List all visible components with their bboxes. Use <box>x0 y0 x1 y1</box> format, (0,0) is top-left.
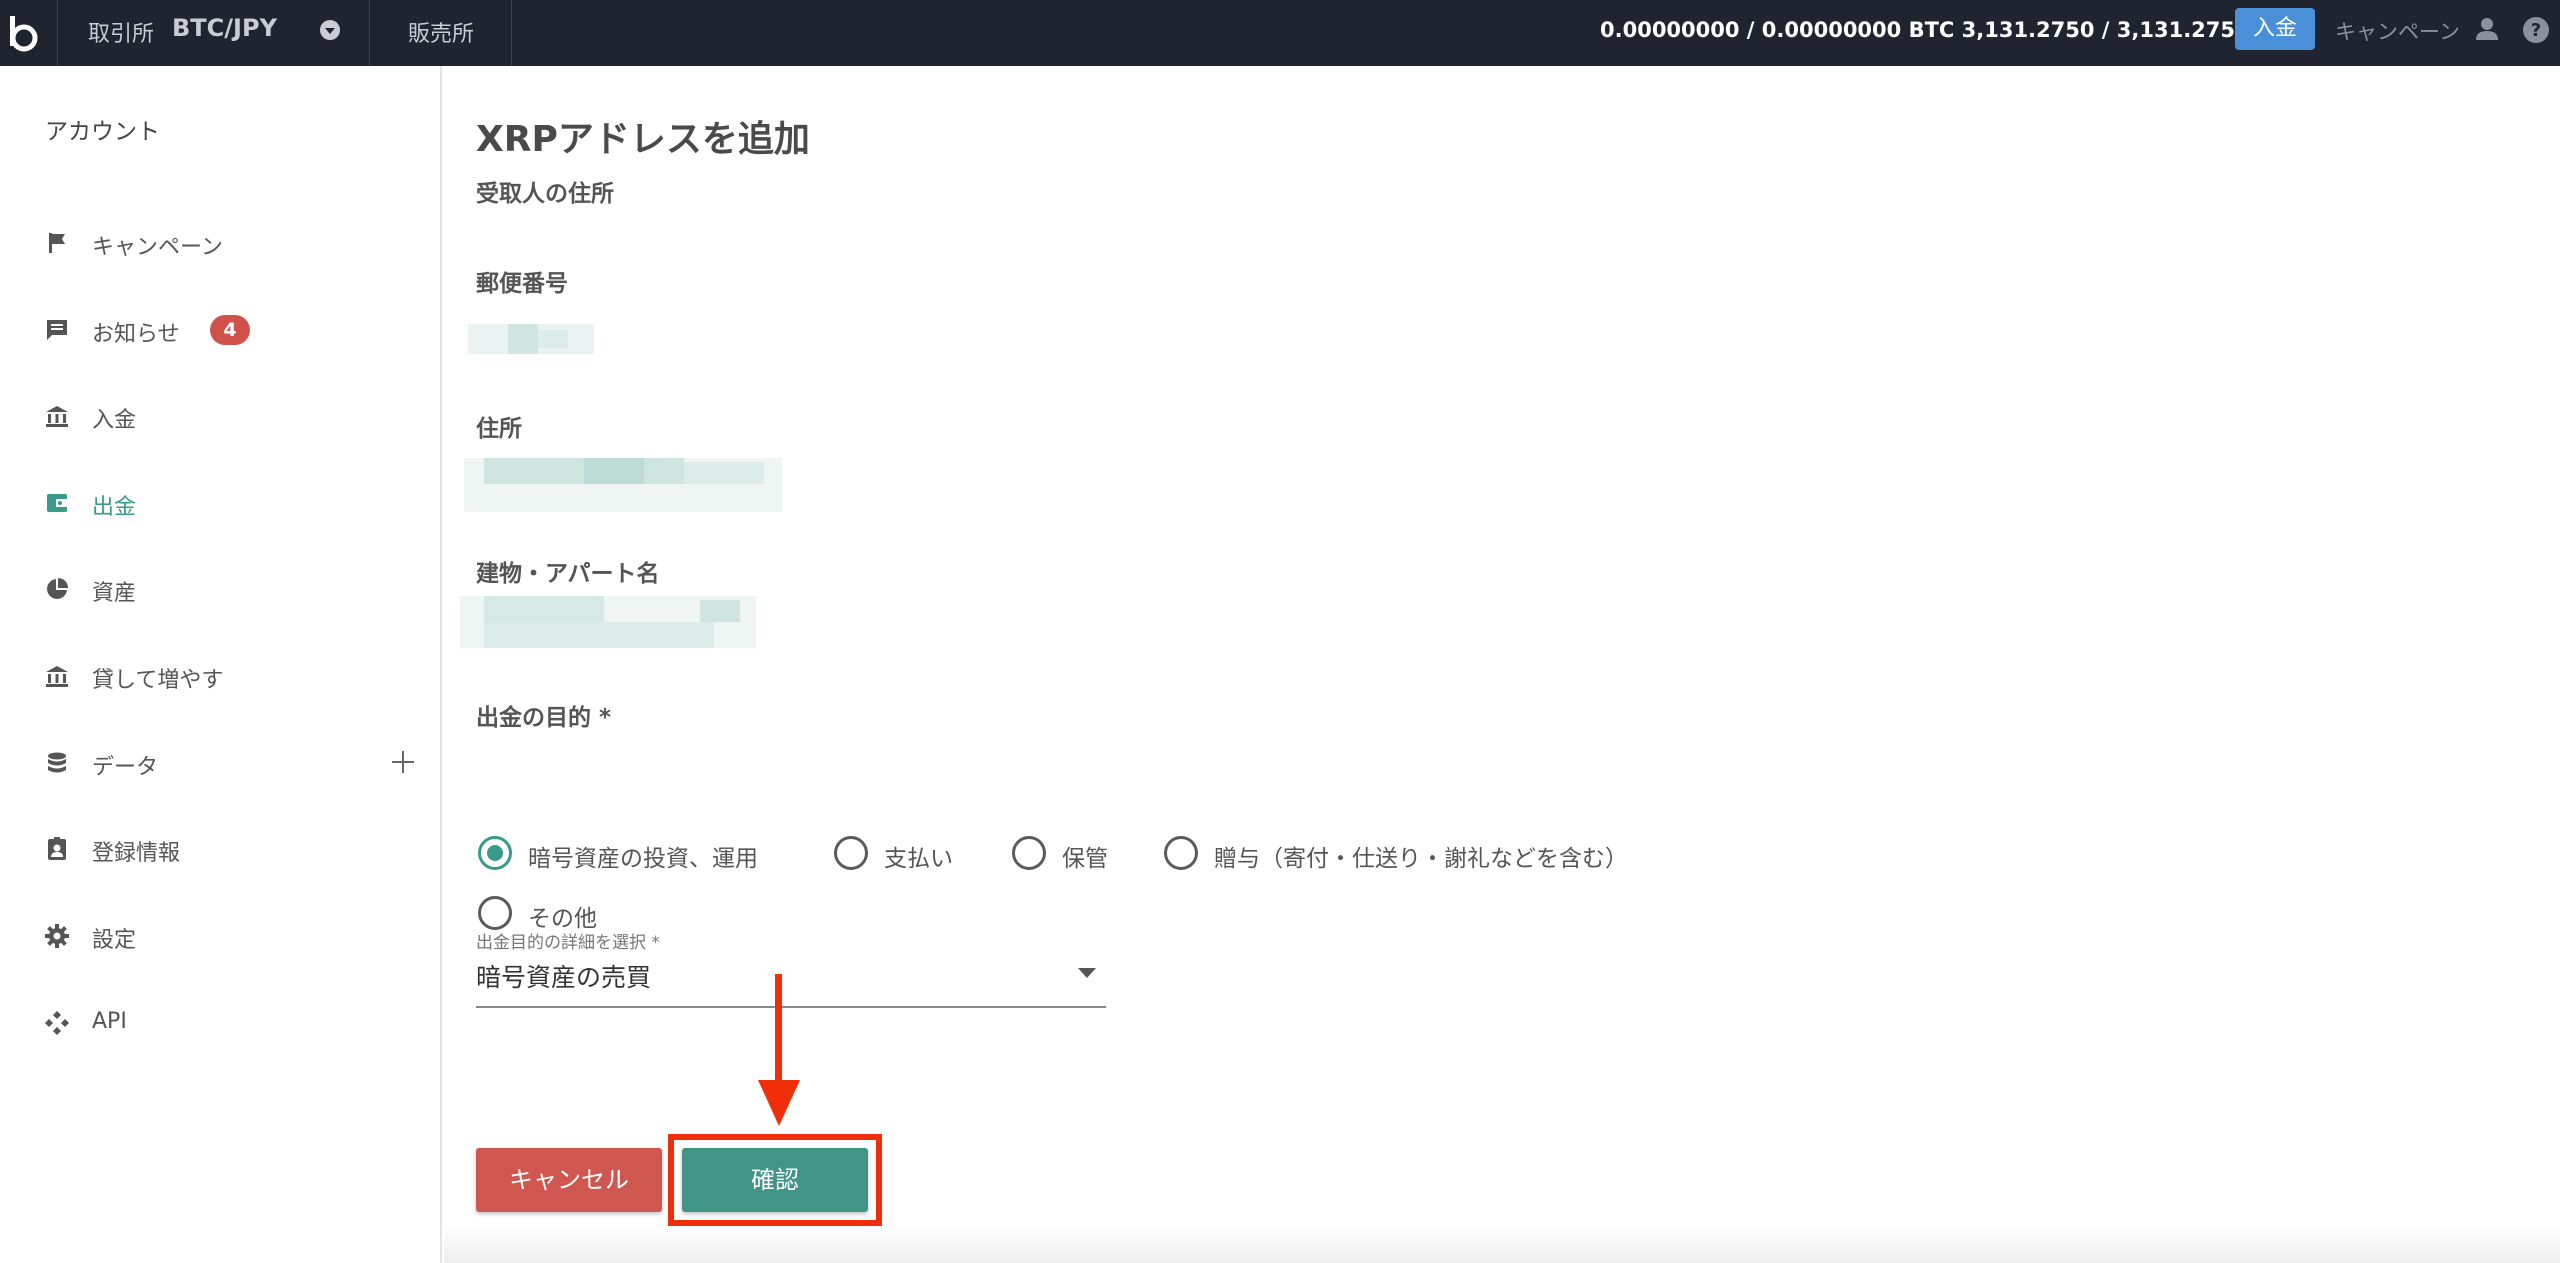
sidebar-item-profile[interactable]: 登録情報 <box>0 818 440 878</box>
sidebar-item-label: 貸して増やす <box>92 668 224 693</box>
gear-icon <box>45 924 69 948</box>
purpose-detail-select[interactable]: 出金目的の詳細を選択 * 暗号資産の売買 <box>476 928 1106 1008</box>
chevron-down-icon[interactable] <box>320 20 340 40</box>
purpose-option-investment[interactable]: 暗号資産の投資、運用 <box>478 830 778 874</box>
sidebar-item-label: 入金 <box>92 408 137 433</box>
top-bar: 取引所 BTC/JPY 販売所 0.00000000 / 0.00000000 … <box>0 0 2560 66</box>
sidebar-item-label: データ <box>92 755 159 780</box>
sidebar-item-label: キャンペーン <box>92 235 223 260</box>
address-value-redacted <box>464 458 782 512</box>
purpose-option-payment[interactable]: 支払い <box>834 830 984 874</box>
wallet-icon <box>47 494 67 512</box>
postal-code-label: 郵便番号 <box>476 271 568 297</box>
logo[interactable] <box>0 0 58 66</box>
radio-unchecked-icon <box>478 896 512 930</box>
shop-tab[interactable]: 販売所 <box>370 0 512 66</box>
sidebar-item-assets[interactable]: 資産 <box>0 558 440 618</box>
sidebar-item-label: 資産 <box>92 581 137 606</box>
annotation-arrow-shaft <box>775 974 782 1090</box>
sidebar-item-withdraw[interactable]: 出金 <box>0 472 440 532</box>
sidebar-item-data[interactable]: データ <box>0 732 440 792</box>
balance-display: 0.00000000 / 0.00000000 BTC 3,131.2750 /… <box>1600 18 2296 42</box>
bottom-shadow <box>444 1226 2560 1263</box>
svg-text:?: ? <box>2531 20 2541 41</box>
purpose-option-gift[interactable]: 贈与（寄付・仕送り・謝礼などを含む） <box>1164 830 1684 874</box>
bitbank-logo-icon <box>10 16 38 52</box>
sidebar-item-deposit[interactable]: 入金 <box>0 385 440 445</box>
purpose-label: 出金の目的 * <box>476 705 612 731</box>
message-icon <box>47 320 67 340</box>
radio-unchecked-icon <box>1012 836 1046 870</box>
sidebar-item-notices[interactable]: お知らせ 4 <box>0 299 440 359</box>
caret-down-icon[interactable] <box>1078 968 1096 978</box>
help-icon[interactable]: ? <box>2522 16 2550 44</box>
address-label: 住所 <box>476 416 522 442</box>
building-value-redacted <box>460 596 756 648</box>
flag-icon <box>49 233 65 253</box>
bank-icon <box>46 406 68 427</box>
exchange-label: 取引所 <box>88 22 155 47</box>
sidebar-item-settings[interactable]: 設定 <box>0 905 440 965</box>
radio-label: 支払い <box>884 846 953 872</box>
plus-icon[interactable] <box>390 749 416 775</box>
exchange-selector[interactable]: 取引所 BTC/JPY <box>58 0 370 66</box>
select-caption: 出金目的の詳細を選択 * <box>476 933 660 953</box>
sidebar-item-label: 設定 <box>92 928 137 953</box>
sidebar-item-api[interactable]: API <box>0 992 440 1052</box>
notification-badge: 4 <box>210 315 250 345</box>
radio-checked-icon <box>478 836 512 870</box>
radio-unchecked-icon <box>834 836 868 870</box>
database-icon <box>48 752 66 773</box>
building-label: 建物・アパート名 <box>476 561 660 587</box>
main-content: XRPアドレスを追加 受取人の住所 郵便番号 住所 建物・アパート名 出金の目的… <box>444 66 2560 1263</box>
campaign-link[interactable]: キャンペーン <box>2335 16 2460 46</box>
page-title: XRPアドレスを追加 <box>476 119 810 160</box>
api-icon <box>45 1011 69 1035</box>
annotation-arrow-head <box>758 1080 800 1126</box>
select-value: 暗号資産の売買 <box>476 963 652 992</box>
recipient-address-heading: 受取人の住所 <box>476 181 614 207</box>
confirm-button[interactable]: 確認 <box>682 1148 868 1212</box>
pair-label: BTC/JPY <box>172 14 277 42</box>
radio-label: 保管 <box>1062 846 1108 872</box>
id-badge-icon <box>48 837 66 860</box>
purpose-option-storage[interactable]: 保管 <box>1012 830 1132 874</box>
sidebar-item-lending[interactable]: 貸して増やす <box>0 645 440 705</box>
sidebar-item-label: 出金 <box>92 495 137 520</box>
sidebar-item-label: 登録情報 <box>92 841 181 866</box>
pie-chart-icon <box>47 578 68 599</box>
bank-icon <box>46 666 68 687</box>
sidebar: アカウント キャンペーン お知らせ 4 入金 出金 資産 貸して増やす データ … <box>0 66 442 1263</box>
deposit-button[interactable]: 入金 <box>2235 8 2315 50</box>
radio-unchecked-icon <box>1164 836 1198 870</box>
sidebar-item-campaign[interactable]: キャンペーン <box>0 212 440 272</box>
radio-label: 暗号資産の投資、運用 <box>528 846 758 872</box>
postal-code-value-redacted <box>468 324 594 354</box>
sidebar-item-label: API <box>92 1009 127 1034</box>
sidebar-title: アカウント <box>45 119 160 145</box>
radio-label: 贈与（寄付・仕送り・謝礼などを含む） <box>1214 846 1628 872</box>
cancel-button[interactable]: キャンセル <box>476 1148 662 1212</box>
shop-label: 販売所 <box>408 22 475 47</box>
user-icon[interactable] <box>2474 16 2500 42</box>
sidebar-item-label: お知らせ <box>92 322 180 347</box>
